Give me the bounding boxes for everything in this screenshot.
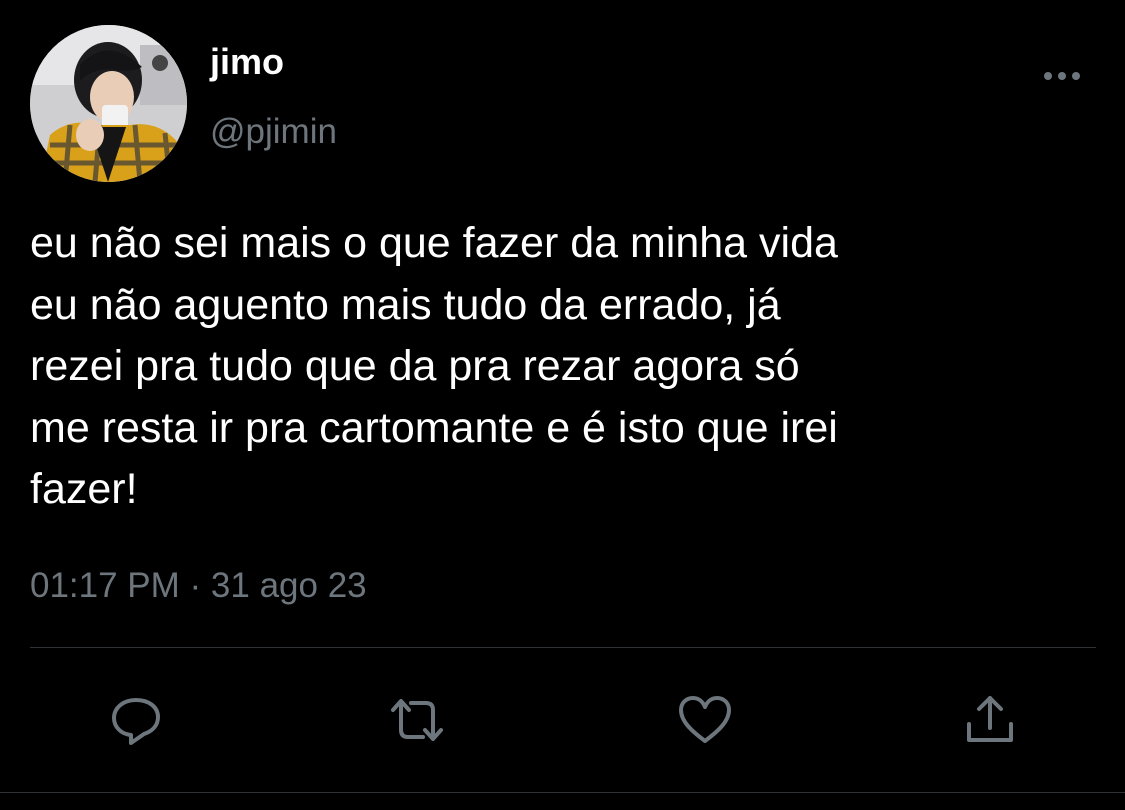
- retweet-icon: [391, 699, 443, 741]
- share-button[interactable]: [960, 690, 1020, 750]
- tweet-timestamp[interactable]: 01:17 PM · 31 ago 23: [30, 563, 367, 609]
- reply-icon: [112, 698, 160, 745]
- retweet-button[interactable]: [387, 690, 447, 750]
- more-options-button[interactable]: [1036, 58, 1088, 94]
- like-icon: [679, 696, 731, 743]
- reply-button[interactable]: [106, 690, 166, 750]
- bottom-divider: [0, 792, 1125, 793]
- avatar[interactable]: [30, 25, 187, 182]
- display-name[interactable]: jimo: [210, 38, 284, 86]
- divider: [30, 647, 1096, 648]
- share-icon: [967, 696, 1013, 742]
- tweet-text: eu não sei mais o que fazer da minha vid…: [30, 219, 838, 513]
- avatar-photo: [30, 25, 187, 182]
- more-icon: [1044, 72, 1080, 80]
- user-handle[interactable]: @pjimin: [210, 109, 337, 155]
- like-button[interactable]: [675, 690, 735, 750]
